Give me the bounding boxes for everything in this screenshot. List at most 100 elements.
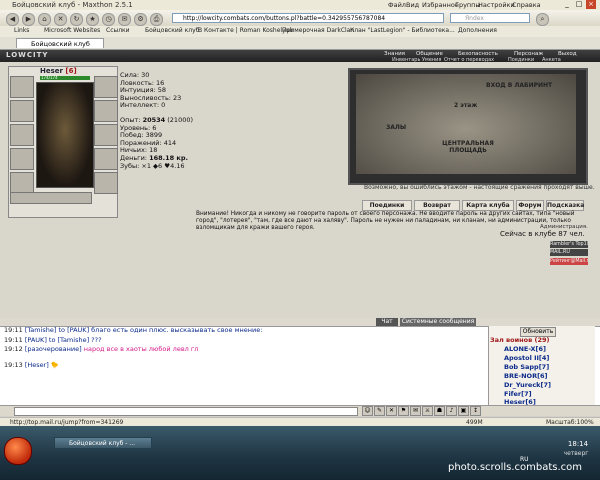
map-label-floor2[interactable]: 2 этаж [454,102,477,109]
home-icon[interactable]: ⌂ [38,13,51,26]
bookmark-addons[interactable]: Дополнения [458,27,497,34]
send-icon[interactable]: ✎ [374,406,385,416]
player-item[interactable]: Apostol II[4] [504,354,556,363]
clear-icon[interactable]: ✕ [386,406,397,416]
stat-teeth: Зубы: ×1 ◆6 ♥4.16 [120,161,185,170]
gloves-slot[interactable] [94,100,118,122]
email-icon[interactable]: ✉ [118,13,131,26]
history-icon[interactable]: ◷ [102,13,115,26]
move-icon[interactable]: ☗ [434,406,445,416]
shield-slot[interactable] [94,124,118,146]
menu-view[interactable]: Вид [406,1,419,9]
navigation-toolbar: ◀ ▶ ⌂ ✕ ↻ ★ ◷ ✉ ⚙ ⎙ http://lowcity.comba… [0,10,600,27]
chat-message: 19:11 [PAUK] to [Tamishe] ??? [4,336,484,346]
club-map-button[interactable]: Карта клуба [462,200,514,211]
menu-favorites[interactable]: Избранное [422,1,459,9]
tab-combats[interactable]: Бойцовский клуб [16,38,104,48]
player-item[interactable]: Bob Sapp[7] [504,363,556,372]
weapon-slot[interactable] [10,124,34,146]
chat-input[interactable] [14,407,358,416]
tab-label: Бойцовский клуб [31,40,90,48]
tab-chat[interactable]: Чат [376,318,398,326]
status-zoom[interactable]: Масштаб:100% [546,419,594,426]
player-item[interactable]: Fifer[7] [504,390,556,399]
favorites-icon[interactable]: ★ [86,13,99,26]
window-icon[interactable]: ▣ [458,406,469,416]
character-name-text: Heser [40,67,63,75]
menu-profile[interactable]: Анкета [542,57,561,63]
address-input[interactable]: http://lowcity.combats.com/buttons.pl?ba… [172,13,444,23]
smiley-icon[interactable]: ☺ [362,406,373,416]
fight-icon[interactable]: ⚔ [422,406,433,416]
player-item[interactable]: ALONE-X[6] [504,345,556,354]
forum-button[interactable]: Форум [516,200,544,211]
player-item[interactable]: Dr_Yureck[7] [504,381,556,390]
close-icon[interactable]: × [586,0,596,9]
tab-system-messages[interactable]: Системные сообщения [400,318,476,326]
taskbar-item-combats[interactable]: Бойцовский клуб - ... [54,437,152,449]
chat-text: to [PAUK] благо есть один плюс. высказыв… [56,326,263,334]
character-name[interactable]: Heser [6] [40,67,77,75]
bookmark-combats[interactable]: Бойцовский клуб [145,27,199,34]
back-icon[interactable]: ◀ [6,13,19,26]
hint-button[interactable]: Подсказка [546,200,584,211]
rings-slot[interactable] [10,192,92,204]
map-label-central-square[interactable]: ЦЕНТРАЛЬНАЯ ПЛОЩАДЬ [438,140,498,154]
menu-duels[interactable]: Поединки [508,57,534,63]
chat-username[interactable]: [Tamishe] [25,326,57,334]
chat-username[interactable]: [разочерование] [25,345,82,353]
bookmark-links-ru[interactable]: Ссылки [106,27,130,34]
tab-strip: Бойцовский клуб [0,37,600,50]
rambler-counter[interactable]: Rambler's Top100 [550,241,588,248]
bookmark-microsoft[interactable]: Microsoft Websites [44,27,100,34]
start-button-icon[interactable] [4,437,32,465]
scroll-icon[interactable]: ↕ [470,406,481,416]
boots-slot[interactable] [94,172,118,194]
mailru-rating-counter[interactable]: Рейтинг@Mail.ru [550,258,588,265]
leggings-slot[interactable] [94,148,118,170]
private-icon[interactable]: ✉ [410,406,421,416]
hp-text: 174/174 [41,75,58,80]
earrings-slot[interactable] [94,76,118,98]
map-label-halls[interactable]: ЗАЛЫ [386,124,406,131]
menu-skills[interactable]: Умения [422,57,441,63]
bookmark-darkclan[interactable]: Примерочная DarkClan [282,27,354,34]
location-map[interactable]: 2 этаж ЗАЛЫ ЦЕНТРАЛЬНАЯ ПЛОЩАДЬ ВХОД В Л… [356,74,576,174]
bookmark-lastlegion[interactable]: Клан "LastLegion" - Библиотека... [350,27,455,34]
refresh-icon[interactable]: ↻ [70,13,83,26]
character-avatar[interactable] [36,82,94,188]
menu-file[interactable]: Файл [388,1,406,9]
map-label-labyrinth[interactable]: ВХОД В ЛАБИРИНТ [486,82,552,89]
stop-icon[interactable]: ✕ [54,13,67,26]
bookmark-vkontakte[interactable]: В Контакте | Roman Koshelyuk [198,27,293,34]
maximize-icon[interactable]: □ [574,0,584,9]
mailru-counter[interactable]: MAIL.RU [550,249,588,256]
return-button[interactable]: Возврат [414,200,460,211]
tools-icon[interactable]: ⚙ [134,13,147,26]
helmet-slot[interactable] [10,76,34,98]
player-item[interactable]: BRE-NOR[6] [504,372,556,381]
search-input[interactable]: Яndex [450,13,530,23]
minimize-icon[interactable]: _ [562,0,572,9]
music-icon[interactable]: ♪ [446,406,457,416]
chat-username[interactable]: [PAUK] [25,336,47,344]
chat-username[interactable]: [Heser] [25,361,49,369]
menu-transfer-report[interactable]: Отчет о переводах [444,57,494,63]
belt-slot[interactable] [10,172,34,194]
print-icon[interactable]: ⎙ [150,13,163,26]
armor-slot[interactable] [10,148,34,170]
chat-message: 19:12 [разочерование] народ все в хаоты … [4,345,484,355]
menu-inventory[interactable]: Инвентарь [392,57,420,63]
bookmark-links[interactable]: Links [14,27,29,34]
search-go-icon[interactable]: ⌕ [536,13,549,26]
menu-settings[interactable]: Настройки [478,1,515,9]
taskbar-clock[interactable]: 18:14 [560,440,596,448]
chat-timestamp: 19:13 [4,360,25,369]
menu-help[interactable]: Справка [512,1,541,9]
filter-icon[interactable]: ⚑ [398,406,409,416]
menu-exit[interactable]: Выход [558,51,577,57]
menu-groups[interactable]: Группы [455,1,481,9]
amulet-slot[interactable] [10,100,34,122]
forward-icon[interactable]: ▶ [22,13,35,26]
duels-button[interactable]: Поединки [362,200,412,211]
